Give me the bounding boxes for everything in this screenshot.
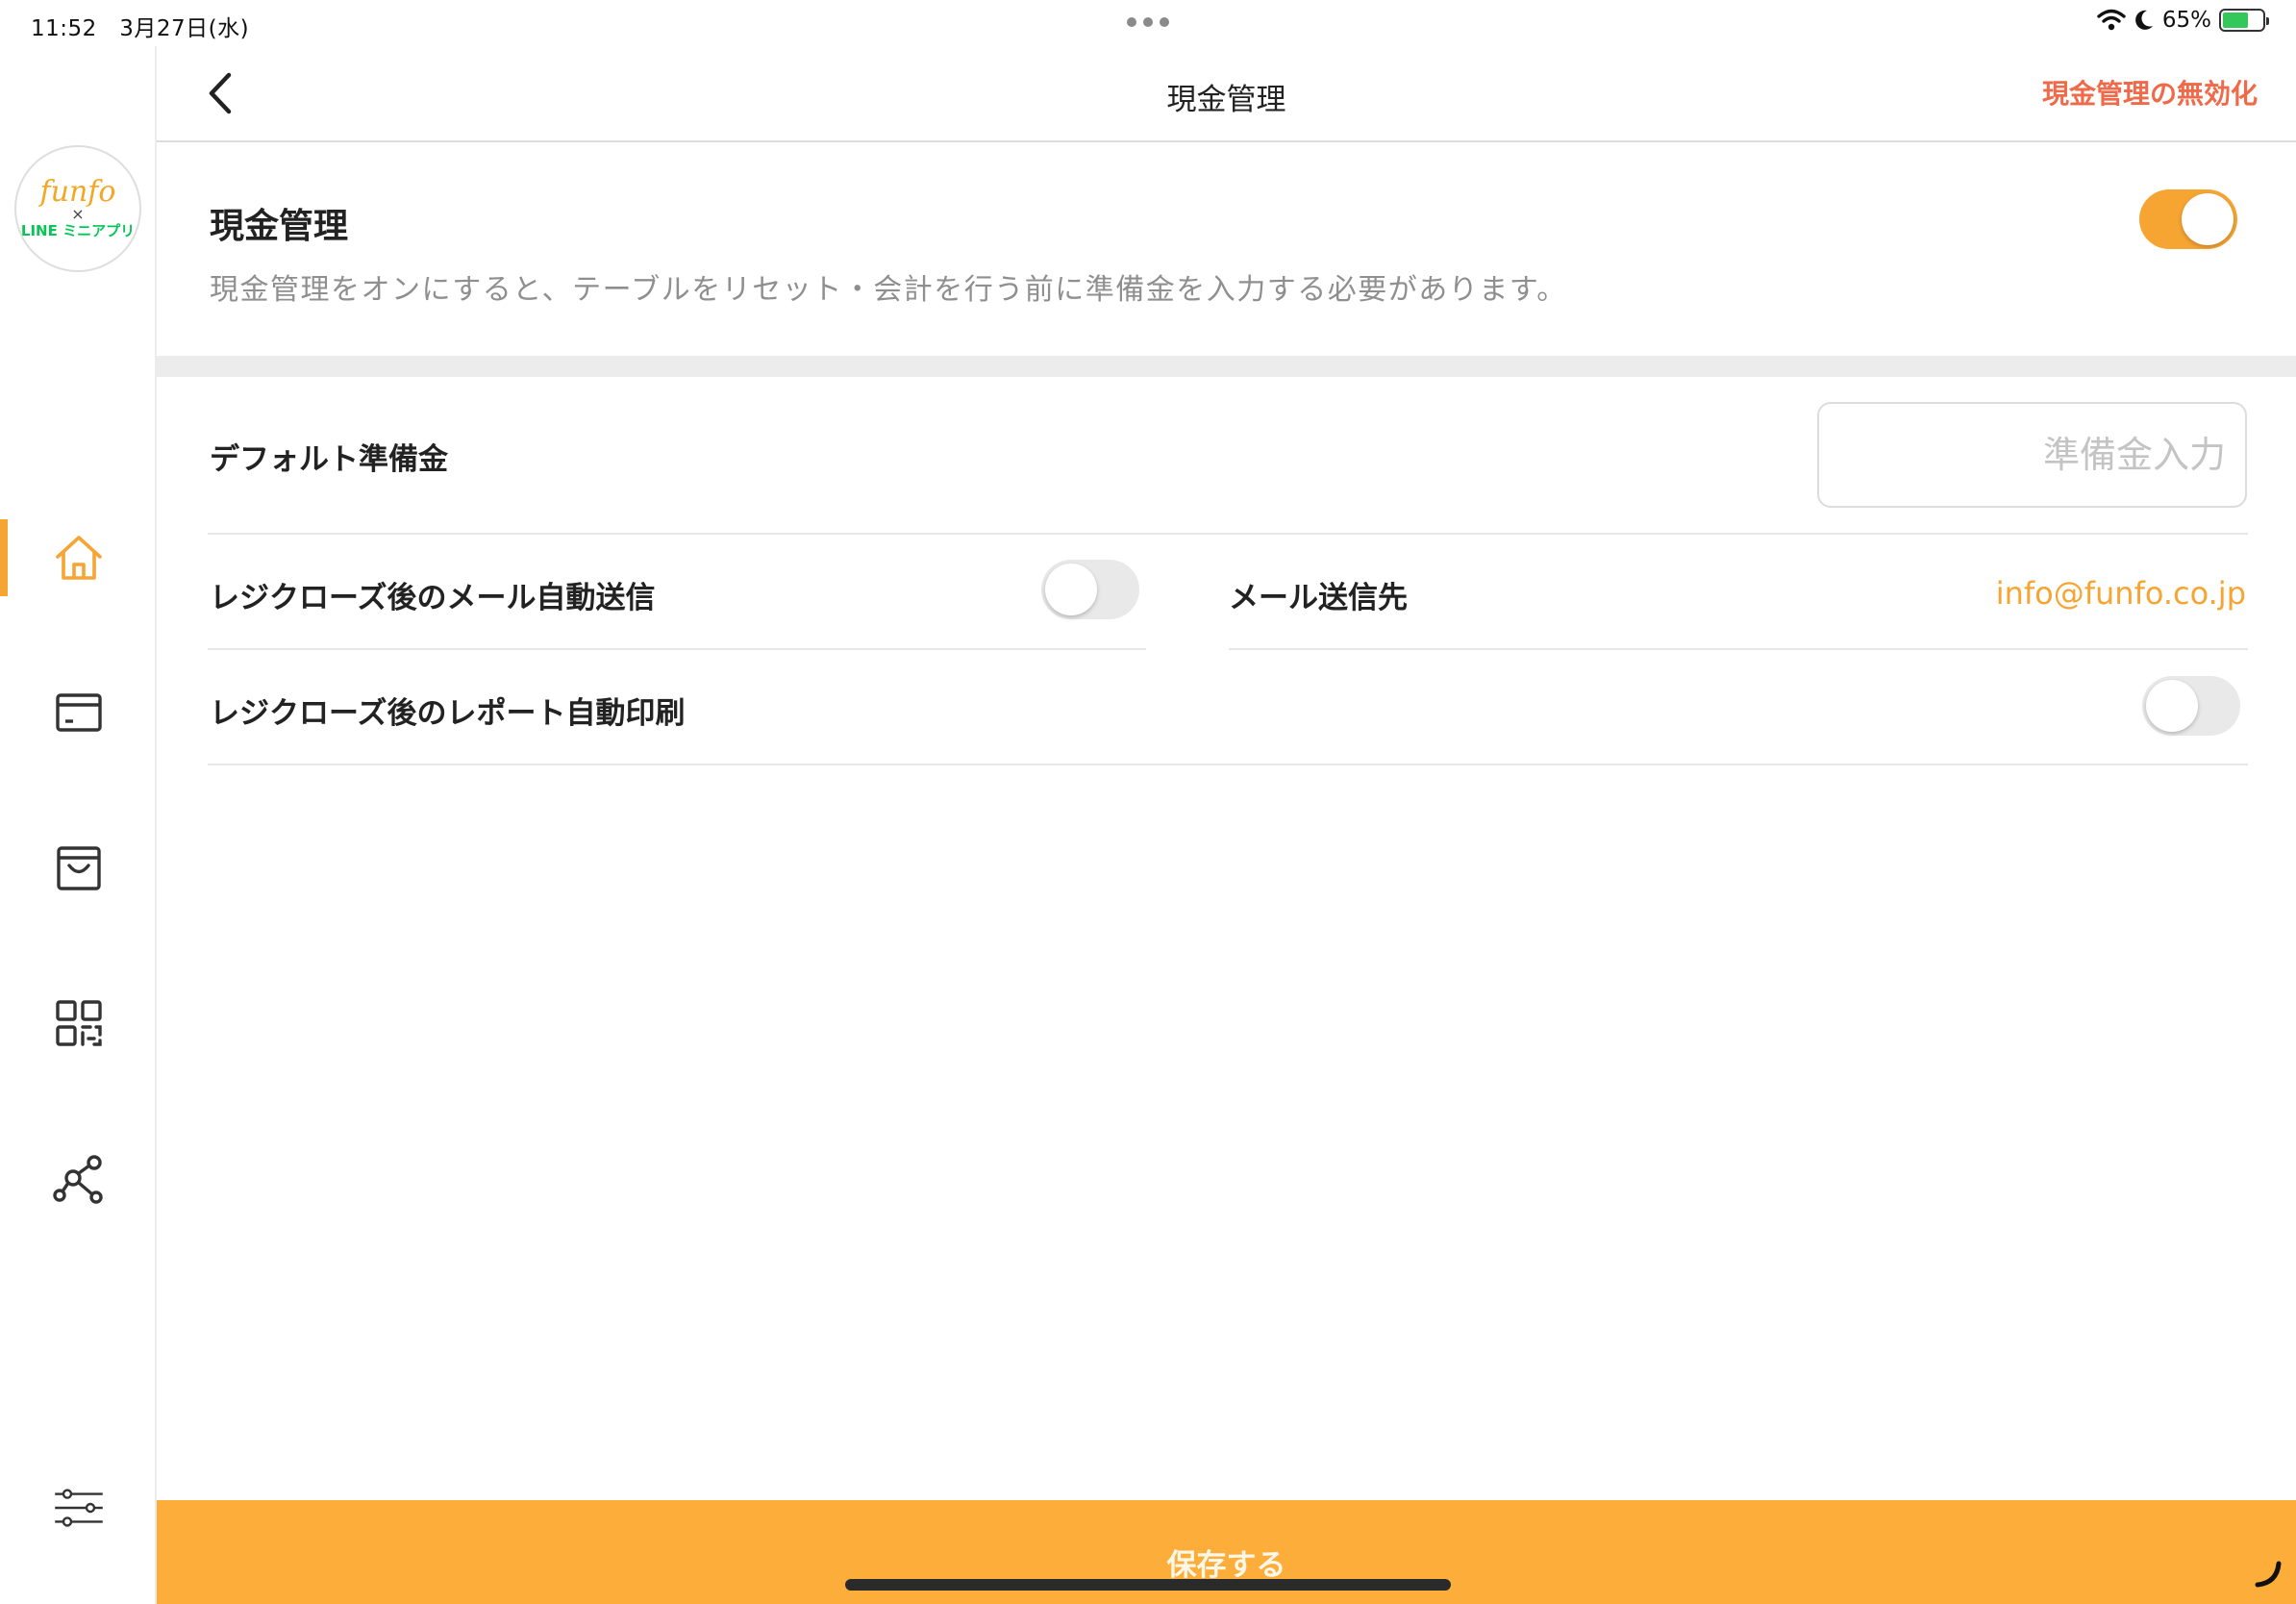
multitasking-dots-icon[interactable] [1127, 17, 1169, 27]
page-title: 現金管理 [1166, 83, 1286, 117]
row-divider [1229, 648, 2248, 650]
sidebar-item-home[interactable] [0, 519, 157, 596]
page-header: 現金管理 現金管理の無効化 [157, 46, 2296, 142]
status-time: 11:52 3月27日(水) [31, 10, 249, 42]
default-reserve-field[interactable] [1817, 402, 2247, 508]
moon-icon [2135, 10, 2153, 30]
toggle-knob [1045, 564, 1097, 615]
mail-recipient-value[interactable]: info@funfo.co.jp [1996, 575, 2246, 612]
sidebar-item-settings[interactable] [0, 1469, 157, 1546]
section-divider [157, 356, 2296, 377]
toggle-knob [2146, 680, 2198, 732]
cash-management-description: 現金管理をオンにすると、テーブルをリセット・会計を行う前に準備金を入力する必要が… [210, 273, 1567, 307]
auto-print-toggle[interactable] [2142, 676, 2240, 736]
status-date: 3月27日(水) [119, 16, 250, 41]
corner-curve-icon [2255, 1561, 2282, 1588]
shopping-bag-icon [56, 846, 101, 890]
home-icon [55, 536, 102, 580]
network-icon [52, 1155, 103, 1204]
battery-charging-icon [2219, 9, 2269, 32]
sidebar-item-network[interactable] [0, 1140, 157, 1216]
qr-code-icon [55, 1000, 102, 1046]
disable-cash-management-button[interactable]: 現金管理の無効化 [2042, 73, 2258, 112]
home-indicator[interactable] [845, 1579, 1451, 1591]
logo-line-text: LINE ミニアプリ [20, 222, 136, 239]
status-indicators: 65% [2097, 8, 2269, 33]
default-reserve-label: デフォルト準備金 [210, 442, 448, 477]
sliders-icon [54, 1489, 103, 1527]
auto-mail-label: レジクローズ後のメール自動送信 [210, 581, 656, 615]
toggle-knob [2182, 193, 2234, 245]
sidebar: funfo × LINE ミニアプリ [0, 46, 157, 1604]
row-divider [208, 648, 1146, 650]
row-divider [208, 764, 2248, 765]
sidebar-item-qr[interactable] [0, 985, 157, 1062]
mail-recipient-label: メール送信先 [1229, 581, 1408, 615]
status-clock: 11:52 [31, 16, 97, 41]
sidebar-item-orders[interactable] [0, 830, 157, 907]
battery-percent: 65% [2161, 8, 2211, 33]
cash-management-title: 現金管理 [210, 207, 349, 246]
cash-management-section: 現金管理 現金管理をオンにすると、テーブルをリセット・会計を行う前に準備金を入力… [157, 142, 2296, 356]
logo-funfo-text: funfo [39, 175, 116, 209]
status-bar: 11:52 3月27日(水) 65% [0, 0, 2296, 46]
save-button-label: 保存する [1166, 1547, 1286, 1583]
register-icon [55, 693, 102, 732]
default-reserve-input[interactable] [1819, 404, 2245, 506]
auto-print-label: レジクローズ後のレポート自動印刷 [210, 696, 686, 731]
sidebar-item-register[interactable] [0, 674, 157, 751]
wifi-icon [2097, 9, 2126, 31]
auto-mail-toggle[interactable] [1041, 560, 1139, 619]
cash-management-toggle[interactable] [2139, 189, 2237, 249]
row-divider [208, 533, 2248, 535]
logo-cross-text: × [71, 205, 85, 223]
funfo-line-logo[interactable]: funfo × LINE ミニアプリ [14, 145, 141, 272]
